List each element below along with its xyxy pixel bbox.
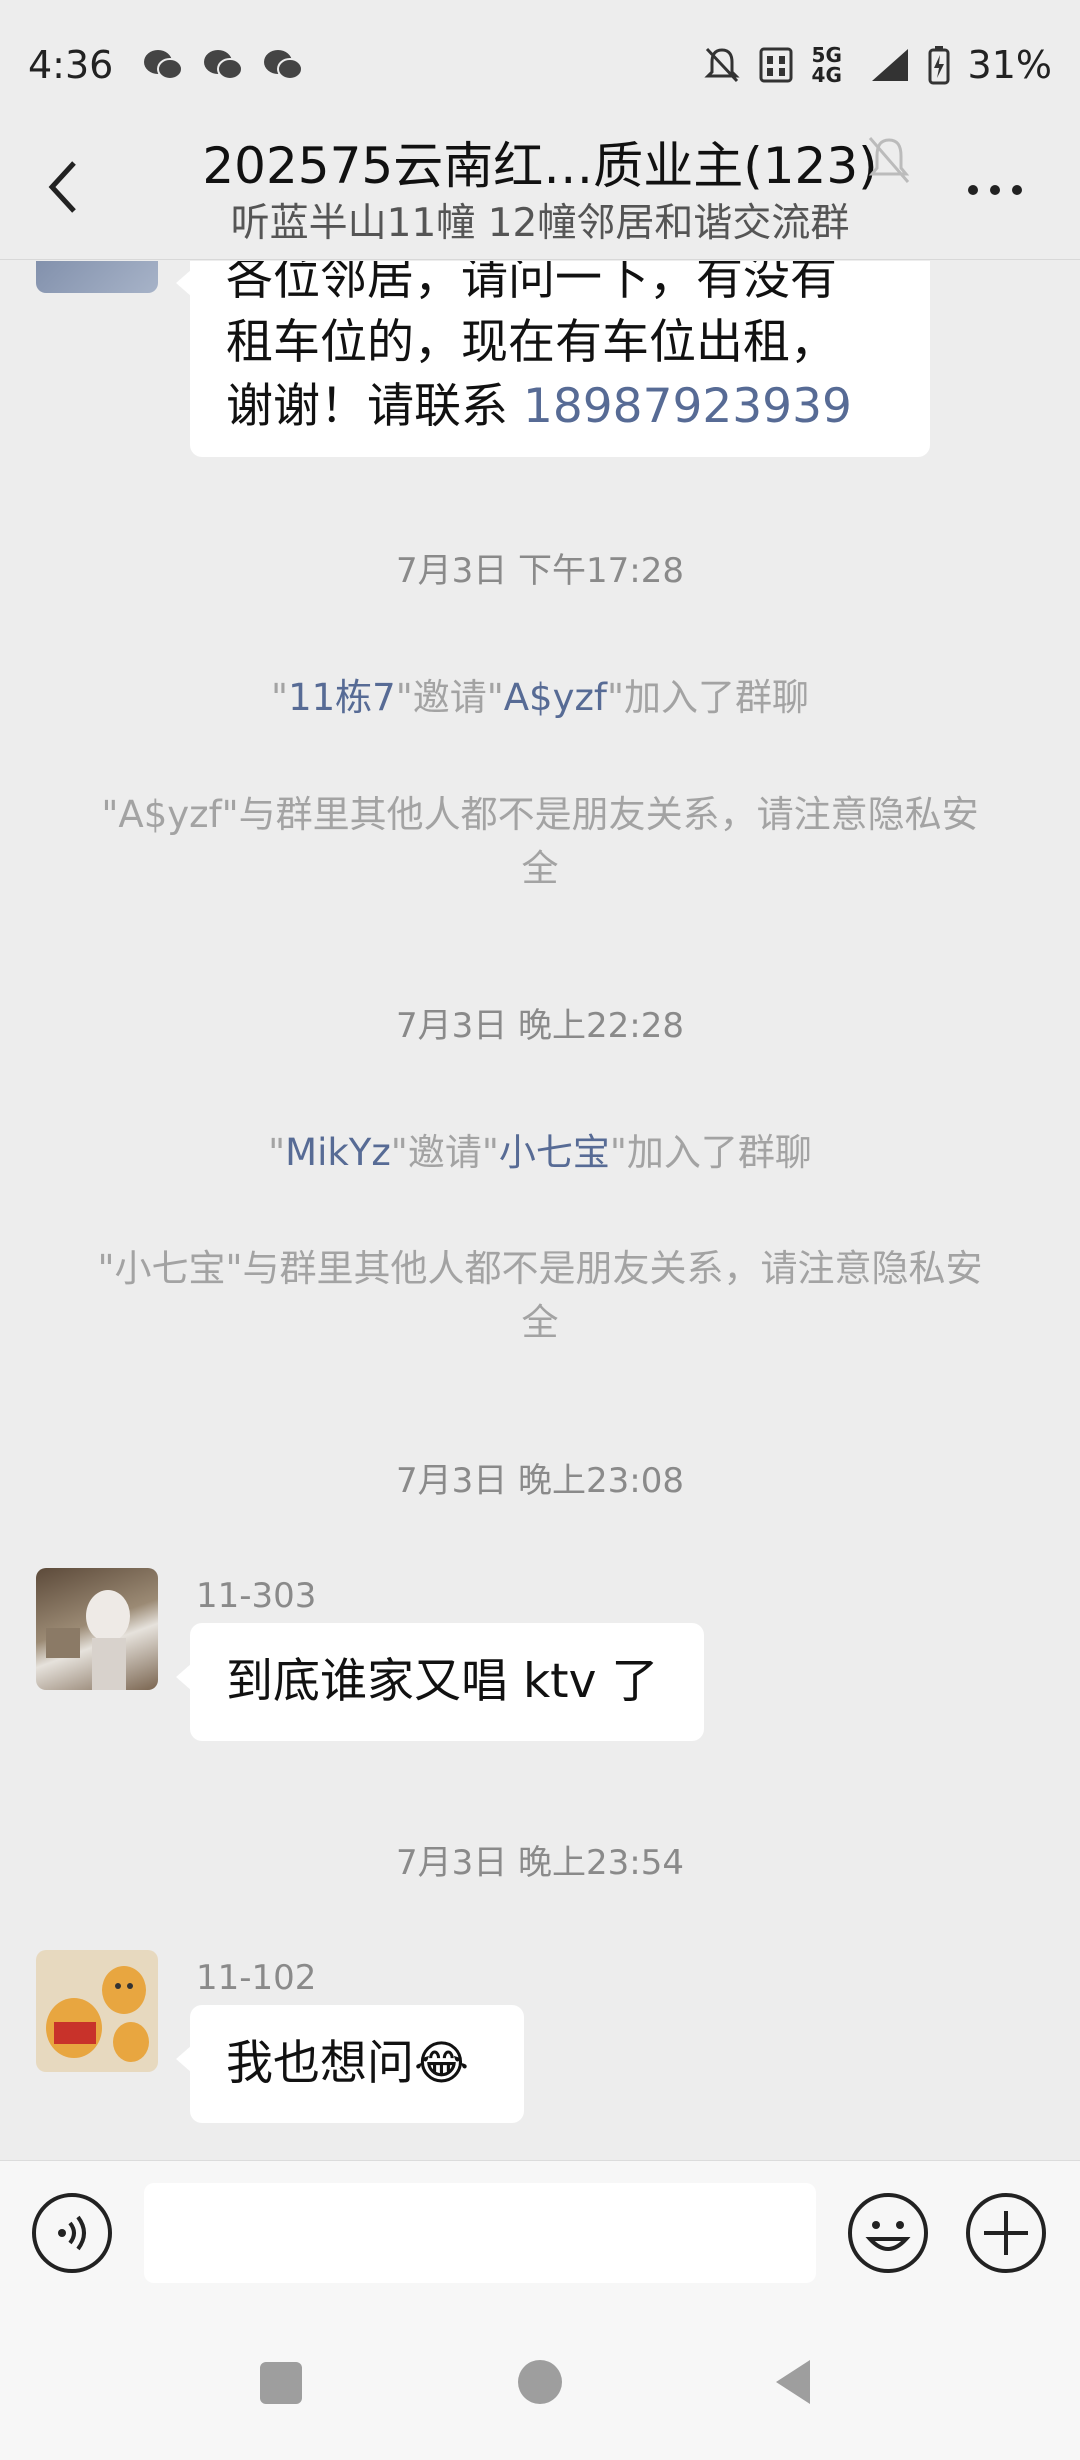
member-link[interactable]: 小七宝 <box>499 1131 610 1174</box>
avatar-image <box>46 1590 130 1690</box>
message-input[interactable] <box>144 2183 816 2283</box>
signal-icon <box>871 49 908 81</box>
system-nav-bar <box>0 2306 1080 2460</box>
sys-text: "邀请" <box>395 676 504 719</box>
system-message: "11栋7"邀请"A$yzf"加入了群聊 <box>90 671 990 725</box>
wechat-notification-icon <box>204 50 244 80</box>
wechat-notification-icon <box>144 50 184 80</box>
timestamp: 7月3日 晚上23:54 <box>395 1843 685 1883</box>
phone-link[interactable]: 18987923939 <box>523 379 852 434</box>
timestamp: 7月3日 晚上23:08 <box>395 1461 685 1501</box>
sender-name: 11-102 <box>196 1958 317 1998</box>
status-time: 4:36 <box>28 43 114 87</box>
message-bubble[interactable]: 我也想问😂 <box>176 2005 524 2123</box>
member-link[interactable]: MikYz <box>285 1131 391 1174</box>
sender-name: 11-303 <box>196 1576 317 1616</box>
privacy-warning: "A$yzf"与群里其他人都不是朋友关系，请注意隐私安全 <box>101 793 979 890</box>
chat-subtitle: 听蓝半山11幢 12幢邻居和谐交流群 <box>230 201 850 246</box>
status-bar: 4:36 5G 4G 31% <box>0 0 1080 130</box>
emoji-icon[interactable] <box>846 2191 930 2275</box>
more-icon[interactable] <box>965 182 1025 198</box>
message-text: 我也想问 <box>226 2036 414 2091</box>
avatar[interactable] <box>36 261 158 293</box>
system-message: "MikYz"邀请"小七宝"加入了群聊 <box>90 1126 990 1180</box>
message-bubble[interactable]: 到底谁家又唱 ktv 了 <box>176 1623 704 1741</box>
sim-card-icon <box>759 47 793 83</box>
message-bubble[interactable]: 各位邻居，请问一下，有没有 租车位的，现在有车位出租， 谢谢！请联系 18987… <box>176 261 930 457</box>
nav-back-icon[interactable] <box>774 2358 814 2406</box>
sys-text: "加入了群聊 <box>609 1131 812 1174</box>
chat-title: 202575云南红…质业主(123) <box>202 137 878 195</box>
network-type: 5G 4G <box>811 43 842 87</box>
wechat-notification-icon <box>264 50 304 80</box>
privacy-warning: "小七宝"与群里其他人都不是朋友关系，请注意隐私安全 <box>97 1247 983 1344</box>
input-bar <box>0 2160 1080 2306</box>
message-text: 到底谁家又唱 ktv 了 <box>226 1654 659 1709</box>
sys-text: "邀请" <box>390 1131 499 1174</box>
sys-text: "加入了群聊 <box>606 676 809 719</box>
message-list[interactable]: 各位邻居，请问一下，有没有 租车位的，现在有车位出租， 谢谢！请联系 18987… <box>0 261 1080 2161</box>
member-link[interactable]: A$yzf <box>504 676 607 719</box>
timestamp: 7月3日 下午17:28 <box>395 551 685 591</box>
home-button[interactable] <box>518 2360 562 2404</box>
mute-bell-icon <box>868 137 910 183</box>
avatar-image <box>46 1966 149 2062</box>
avatar[interactable] <box>36 1568 158 1690</box>
message-text: 租车位的，现在有车位出租， <box>226 315 837 370</box>
voice-icon[interactable] <box>30 2191 114 2275</box>
battery-level: 31% <box>967 43 1052 87</box>
sys-text: " <box>268 1131 286 1174</box>
recents-button[interactable] <box>260 2362 302 2404</box>
battery-icon <box>928 46 950 85</box>
message-text: 谢谢！请联系 <box>226 379 523 434</box>
plus-icon[interactable] <box>964 2191 1048 2275</box>
laugh-emoji: 😂 <box>414 2036 469 2091</box>
message-text: 各位邻居，请问一下，有没有 <box>226 261 837 306</box>
member-link[interactable]: 11栋7 <box>288 676 396 719</box>
sys-text: " <box>271 676 289 719</box>
chat-header: 202575云南红…质业主(123) 听蓝半山11幢 12幢邻居和谐交流群 <box>0 112 1080 260</box>
mute-notification-icon <box>703 47 740 83</box>
avatar[interactable] <box>36 1950 158 2072</box>
timestamp: 7月3日 晚上22:28 <box>395 1006 685 1046</box>
